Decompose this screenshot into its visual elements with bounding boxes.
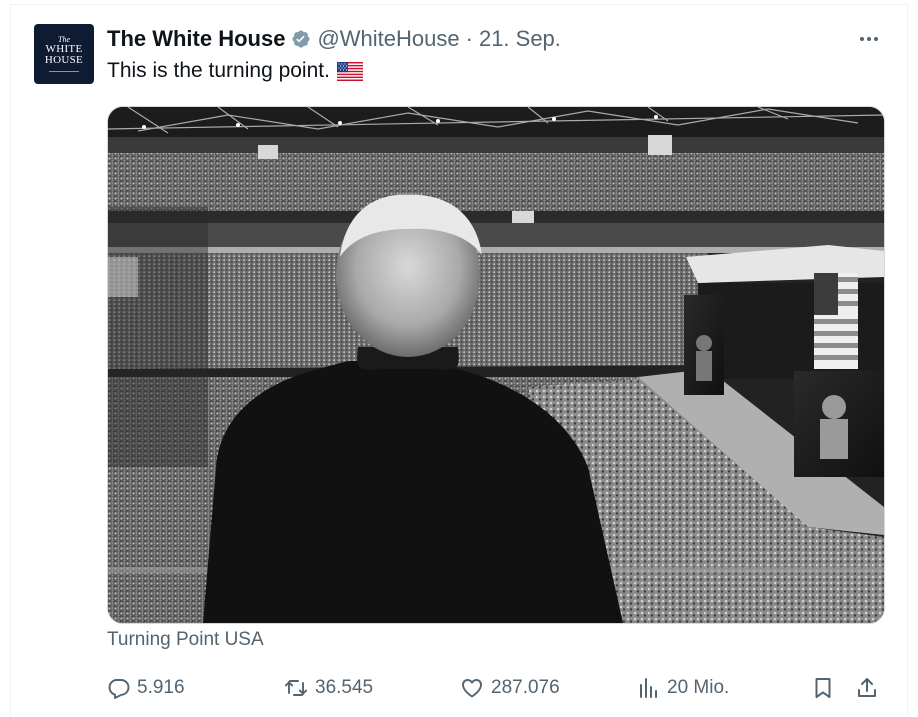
author-handle[interactable]: @WhiteHouse [317,26,459,52]
header-separator: · [465,26,473,51]
tweet-text: This is the turning point. [107,59,364,83]
heart-icon [462,679,482,698]
us-flag-emoji-icon [336,61,364,81]
avatar-text-line3: HOUSE [44,54,84,66]
more-options-icon [860,37,878,41]
repost-count: 36.545 [315,677,374,698]
views-button[interactable]: 20 Mio. [635,672,729,704]
reply-count: 5.916 [137,677,185,698]
action-bar: 5.916 36.545 287.076 20 Mio. [107,672,887,704]
author-name[interactable]: The White House [107,26,285,52]
repost-icon [284,680,308,696]
view-count: 20 Mio. [667,677,730,698]
tweet-photo[interactable] [107,106,885,624]
reply-button[interactable]: 5.916 [107,672,185,704]
like-count: 287.076 [491,677,560,698]
avatar-rule [49,71,79,72]
reply-icon [108,679,130,699]
stadium-photo-image [108,107,884,623]
share-button[interactable] [855,672,885,704]
tweet-text-content: This is the turning point. [107,59,330,82]
bookmark-icon [815,678,831,698]
like-button[interactable]: 287.076 [459,672,560,704]
verified-badge-icon [291,29,311,49]
avatar[interactable]: The WHITE HOUSE [34,24,94,84]
tweet-header: The White House @WhiteHouse · 21. Sep. [107,26,561,52]
repost-button[interactable]: 36.545 [283,672,373,704]
share-icon [858,678,876,697]
analytics-icon [640,678,657,698]
tweet-date[interactable]: 21. Sep. [479,26,561,52]
media-caption[interactable]: Turning Point USA [107,629,264,651]
bookmark-button[interactable] [811,672,841,704]
more-options-button[interactable] [852,24,886,54]
